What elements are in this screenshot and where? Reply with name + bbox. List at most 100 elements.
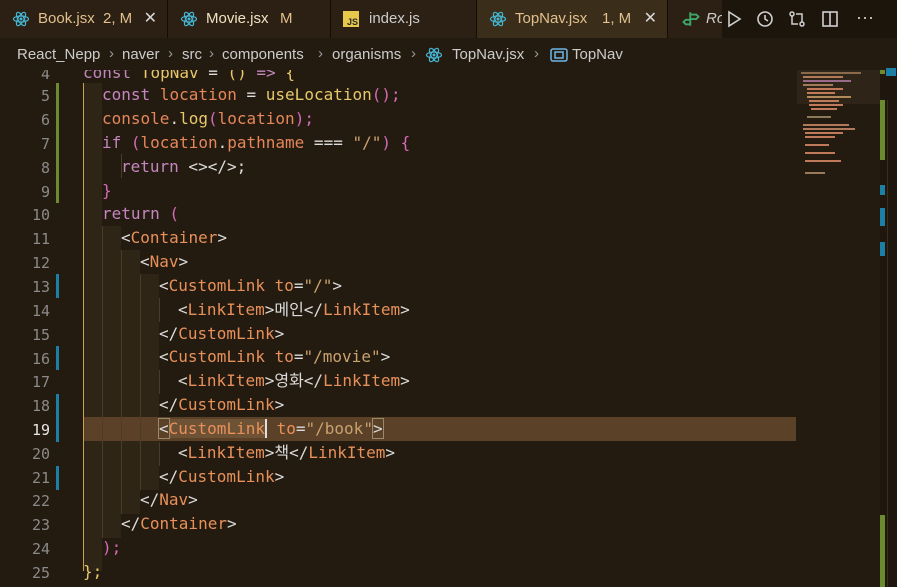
tab-book-jsx[interactable]: Book.jsx 2, M ✕ (0, 0, 168, 38)
breadcrumb-item[interactable]: src (182, 46, 202, 63)
tag-name: Nav (159, 490, 189, 509)
bracket: }; (83, 562, 103, 581)
tab-topnav-jsx[interactable]: TopNav.jsx 1, M ✕ (477, 0, 668, 38)
code-line: }; (83, 560, 102, 584)
code-line: ); (102, 536, 121, 560)
tag-bracket: > (226, 514, 237, 533)
tag-bracket: </ (303, 371, 324, 390)
tag-name: LinkItem (323, 371, 401, 390)
tab-index-js[interactable]: JS index.js (331, 0, 477, 38)
line-number: 7 (40, 135, 50, 153)
breadcrumb-item[interactable]: React_Nepp (17, 46, 100, 63)
tag-bracket: > (371, 418, 384, 439)
line-number: 13 (31, 278, 50, 296)
code-line: if (location.pathname === "/") { (102, 131, 410, 155)
identifier: location (140, 133, 218, 152)
tag-bracket: > (400, 300, 410, 319)
indent-guide (121, 250, 122, 514)
code-editor[interactable]: 4 5 6 7 8 9 10 11 12 13 14 15 16 17 18 1… (0, 70, 897, 587)
bracket: { (400, 133, 411, 152)
editor-tab-bar: Book.jsx 2, M ✕ Movie.jsx M JS index.js … (0, 0, 897, 39)
line-number: 14 (31, 302, 50, 320)
play-icon[interactable] (725, 10, 743, 28)
tag-bracket: > (178, 252, 189, 271)
line-number: 16 (31, 350, 50, 368)
tag-bracket: > (385, 443, 396, 462)
identifier: pathname (227, 133, 305, 152)
identifier: location (217, 109, 295, 128)
breadcrumb-item[interactable]: TopNav (572, 46, 623, 63)
close-icon[interactable]: ✕ (144, 8, 157, 28)
tag-name: CustomLink (178, 467, 275, 486)
breadcrumb-item[interactable]: components (222, 46, 304, 63)
attribute-name: to (264, 347, 294, 366)
tag-bracket: </ (303, 300, 324, 319)
history-icon[interactable] (756, 10, 774, 28)
modified-lines-marker[interactable] (56, 466, 59, 490)
tab-router[interactable]: Ro (668, 0, 728, 38)
overview-modified-marker (880, 208, 885, 226)
indent-region (102, 226, 121, 538)
string: "/movie" (303, 347, 381, 366)
close-icon[interactable]: ✕ (644, 8, 657, 28)
bracket: ( (207, 109, 218, 128)
tag-bracket: < (159, 347, 169, 366)
identifier: console (102, 109, 170, 128)
function-name: useLocation (265, 85, 372, 104)
tag-bracket: < (178, 300, 188, 319)
code-line: return ( (102, 202, 179, 226)
minimap-line (811, 108, 837, 110)
tab-movie-jsx[interactable]: Movie.jsx M (168, 0, 331, 38)
code-line: </CustomLink> (159, 393, 284, 417)
more-actions-icon[interactable]: ··· (856, 7, 874, 28)
tag-bracket: > (188, 490, 198, 509)
line-number: 4 (40, 70, 50, 83)
line-number: 18 (31, 397, 50, 415)
code-line: <Nav> (140, 250, 188, 274)
operator: = (198, 70, 228, 82)
tag-name: CustomLink (178, 395, 275, 414)
function-name: log (179, 109, 208, 128)
chevron-right-icon: › (209, 45, 214, 62)
split-editor-icon[interactable] (821, 10, 839, 28)
jsx-fragment: <></>; (178, 157, 247, 176)
tab-status: M (280, 10, 293, 27)
indent-region (140, 274, 159, 490)
tag-bracket: < (178, 371, 188, 390)
minimap-line (803, 128, 855, 130)
indent-guide (140, 274, 141, 490)
tag-bracket: > (217, 228, 227, 247)
tag-bracket: > (380, 347, 391, 366)
tab-status: 2, M (103, 10, 133, 27)
breadcrumb-item[interactable]: TopNav.jsx (452, 46, 524, 63)
breadcrumb-item[interactable]: naver (122, 46, 160, 63)
tag-bracket: > (274, 467, 285, 486)
chevron-right-icon: › (318, 45, 323, 62)
minimap-line (807, 88, 843, 90)
modified-lines-marker[interactable] (56, 274, 59, 298)
attribute-name: to (264, 276, 294, 295)
overview-added-marker (880, 100, 885, 160)
router-icon (682, 12, 700, 26)
chevron-right-icon: › (534, 45, 539, 62)
jsx-text: 책 (274, 443, 290, 462)
code-line: </CustomLink> (159, 465, 284, 489)
bracket: ); (294, 109, 314, 128)
vertical-scrollbar[interactable] (880, 68, 897, 587)
tab-label: Movie.jsx (206, 10, 269, 27)
tab-label: Book.jsx (38, 10, 95, 27)
tag-name: Nav (149, 252, 179, 271)
react-icon (425, 47, 443, 63)
added-lines-marker[interactable] (56, 83, 59, 203)
compare-changes-icon[interactable] (788, 10, 806, 28)
minimap[interactable] (797, 70, 880, 587)
modified-lines-marker[interactable] (56, 394, 59, 442)
scrollbar-thumb-edge (887, 100, 888, 587)
modified-lines-marker[interactable] (56, 346, 59, 370)
keyword: return (102, 204, 160, 223)
code-line: <Container> (121, 226, 227, 250)
tag-name: Container (130, 228, 218, 247)
breadcrumb-item[interactable]: organisms (332, 46, 401, 63)
symbol-variable-icon (550, 48, 568, 62)
tag-bracket: > (264, 300, 275, 319)
